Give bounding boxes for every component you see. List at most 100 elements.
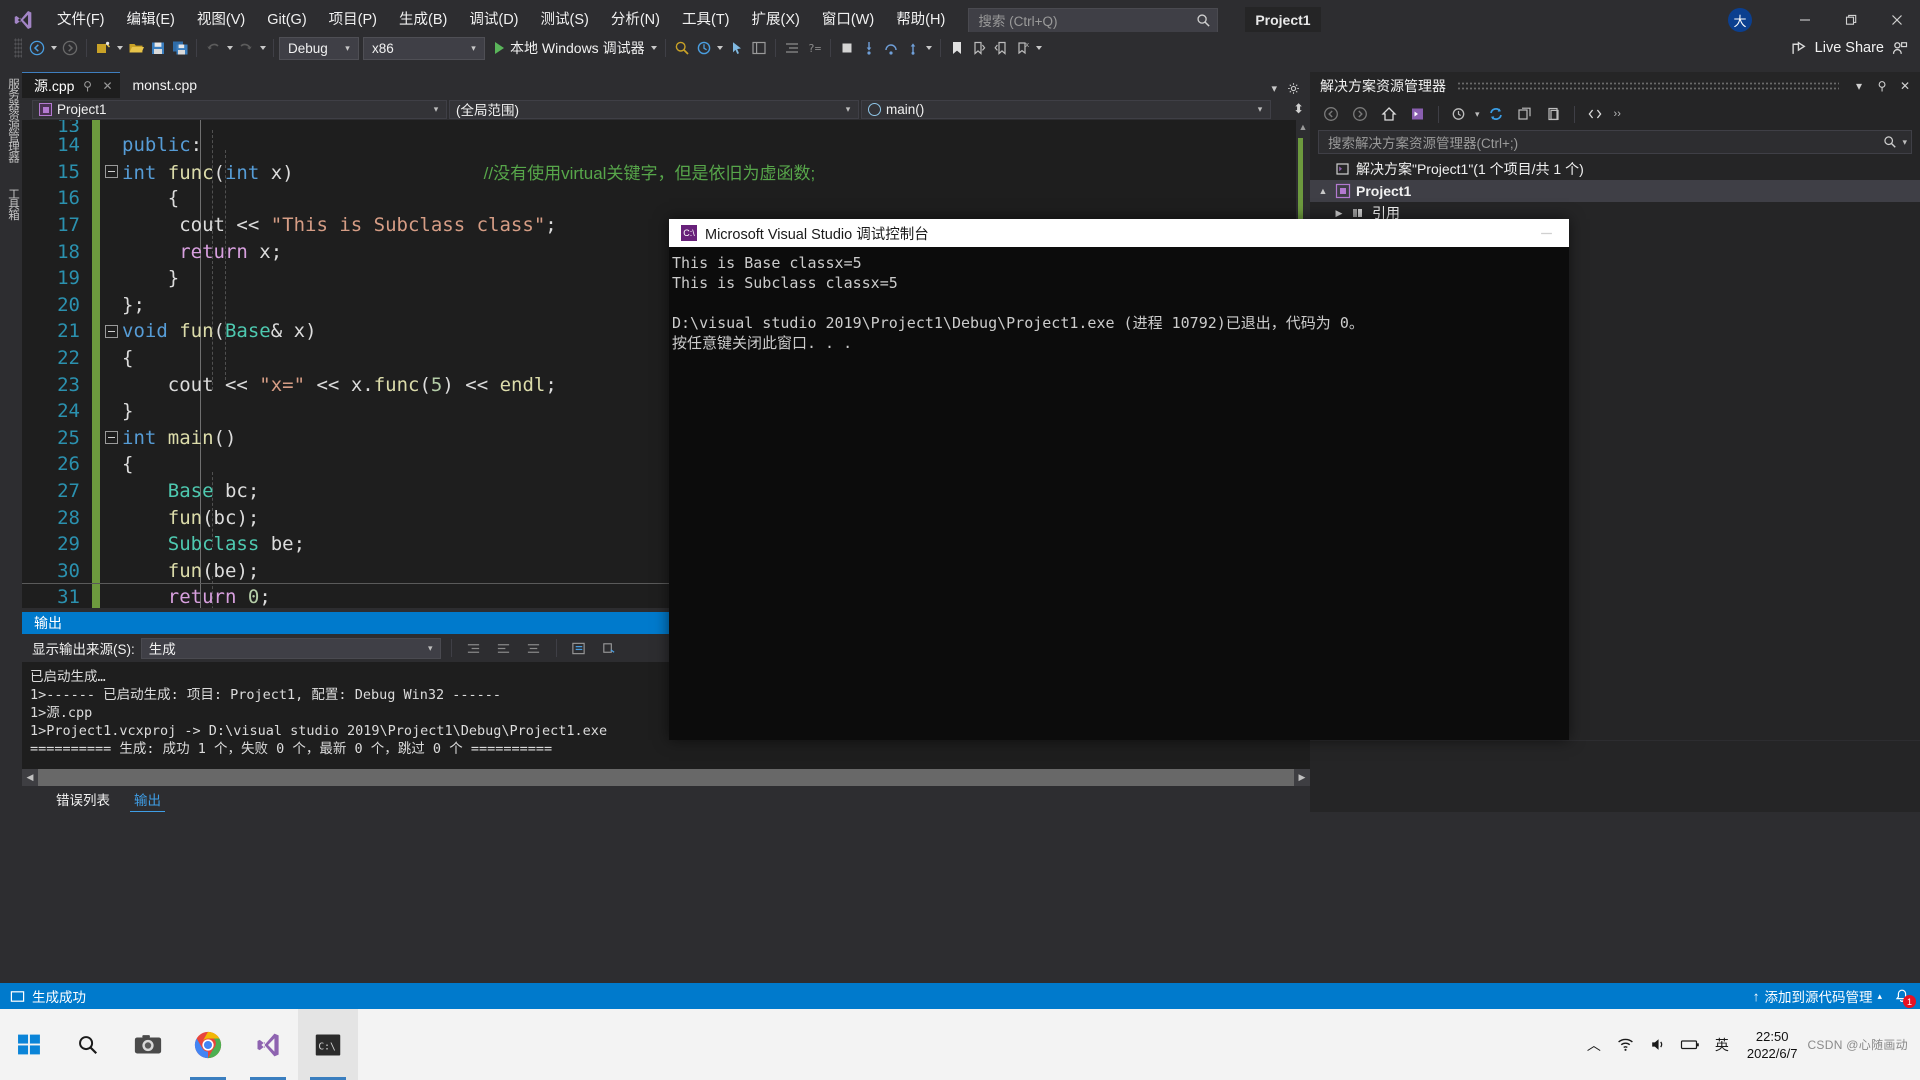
global-search-input[interactable]: 搜索 (Ctrl+Q) [968,7,1219,33]
back-arrow-button[interactable] [1318,102,1344,126]
fold-toggle[interactable] [100,324,122,338]
live-share-area[interactable]: Live Share [1791,40,1920,57]
tab-error-list[interactable]: 错误列表 [52,787,114,811]
taskbar-search-button[interactable] [58,1009,118,1080]
clear-bookmarks-button[interactable]: x [1012,36,1034,60]
sync-views-button[interactable] [1405,102,1431,126]
chevron-down-icon[interactable]: ▾ [1850,76,1868,96]
next-bookmark-button[interactable] [968,36,990,60]
show-all-files-button[interactable] [1582,102,1608,126]
open-file-button[interactable] [125,36,147,60]
layout-button[interactable] [748,36,770,60]
refresh-button[interactable] [1483,102,1509,126]
new-project-caret[interactable] [114,36,125,60]
pending-changes-button[interactable] [1446,102,1472,126]
output-horizontal-scrollbar[interactable]: ◀ ▶ [22,769,1310,786]
notifications-button[interactable]: 1 [1892,986,1916,1008]
step-over-button[interactable] [880,36,902,60]
chevron-up-icon[interactable]: ︿ [1579,1009,1609,1080]
overflow-icon[interactable]: ›› [1614,108,1621,120]
document-tab-monst-cpp[interactable]: monst.cpp [120,72,204,98]
chevron-down-icon[interactable]: ▾ [1271,82,1277,95]
undo-caret[interactable] [224,36,235,60]
expander-icon[interactable]: ▲ [1316,186,1330,196]
select-all-button[interactable] [567,637,591,659]
code-line[interactable]: 13 [22,120,1310,132]
save-button[interactable] [147,36,169,60]
scroll-up-arrow-icon[interactable]: ▲ [1296,120,1310,134]
indent-button[interactable] [781,36,803,60]
chevron-down-icon[interactable]: ▾ [1475,109,1480,120]
new-project-button[interactable] [92,36,114,60]
navbar-scope-select[interactable]: (全局范围) ▾ [449,99,859,119]
redo-button[interactable] [235,36,257,60]
select-element-button[interactable] [726,36,748,60]
document-tab-source-cpp[interactable]: 源.cpp ⚲ ✕ [22,72,121,98]
list-outdent-button[interactable] [492,637,516,659]
split-view-icon[interactable]: ⬍ [1293,101,1310,117]
step-caret[interactable] [924,36,935,60]
step-into-button[interactable] [858,36,880,60]
collapse-all-button[interactable] [1512,102,1538,126]
collapse-minus-icon[interactable] [104,324,118,338]
output-source-select[interactable]: 生成 ▾ [140,637,441,659]
taskbar-item-console[interactable]: C:\ [298,1009,358,1080]
navigate-back-button[interactable] [26,36,48,60]
attach-process-button[interactable] [671,36,693,60]
close-icon[interactable]: ✕ [100,79,114,93]
forward-arrow-button[interactable] [1347,102,1373,126]
console-minimize-button[interactable] [1523,219,1569,247]
collapse-minus-icon[interactable] [104,165,118,179]
undo-button[interactable] [202,36,224,60]
start-debugging-caret[interactable] [649,36,660,60]
toolbar-grip[interactable] [14,38,22,58]
navigate-forward-button[interactable] [59,36,81,60]
taskbar-item-visual-studio[interactable] [238,1009,298,1080]
fold-toggle[interactable] [100,431,122,445]
windows-start-button[interactable] [0,1009,58,1080]
scroll-left-arrow-icon[interactable]: ◀ [22,772,38,783]
pin-icon[interactable]: ⚲ [80,79,94,93]
comment-button[interactable]: ?= [803,36,825,60]
taskbar-item-chrome[interactable] [178,1009,238,1080]
close-icon[interactable]: ✕ [1896,76,1914,96]
solution-explorer-search-input[interactable]: 搜索解决方案资源管理器(Ctrl+;) ▾ [1318,130,1912,154]
build-platform-select[interactable]: x86 ▾ [363,36,485,60]
code-line[interactable]: 16 { [22,185,1310,212]
taskbar-clock[interactable]: 22:50 2022/6/7 [1739,1028,1806,1062]
home-button[interactable] [1376,102,1402,126]
collapse-minus-icon[interactable] [104,431,118,445]
hot-reload-button[interactable] [693,36,715,60]
debug-console-window[interactable]: C:\ Microsoft Visual Studio 调试控制台 This i… [669,219,1569,740]
gear-icon[interactable] [1287,82,1300,95]
code-line[interactable]: 14 public: [22,132,1310,159]
expander-icon[interactable]: ▶ [1332,208,1346,219]
clear-output-button[interactable] [597,637,621,659]
list-align-button[interactable] [522,637,546,659]
ime-language-indicator[interactable]: 英 [1707,1009,1737,1080]
panel-drag-dots[interactable] [1457,81,1839,91]
step-out-button[interactable] [902,36,924,60]
fold-toggle[interactable] [100,165,122,179]
build-configuration-select[interactable]: Debug ▾ [279,36,359,60]
speaker-icon[interactable] [1643,1009,1673,1080]
code-line[interactable]: 15 int func(int x)//没有使用virtual关键字，但是依旧为虚… [22,158,1310,186]
wifi-icon[interactable] [1611,1009,1641,1080]
scroll-right-arrow-icon[interactable]: ▶ [1294,772,1310,783]
navbar-member-select[interactable]: main() ▾ [861,99,1271,119]
navbar-project-select[interactable]: Project1 ▾ [32,99,447,119]
bookmark-button[interactable] [946,36,968,60]
ime-indicator-badge[interactable]: 大 [1728,8,1752,32]
properties-button[interactable] [1541,102,1567,126]
solution-tree-item[interactable]: ▲ Project1 [1310,180,1920,202]
add-to-source-control-button[interactable]: ↑ 添加到源代码管理 ▴ [1753,986,1882,1006]
battery-icon[interactable] [1675,1009,1705,1080]
list-indent-button[interactable] [462,637,486,659]
stop-debugging-button[interactable] [836,36,858,60]
pin-icon[interactable]: ⚲ [1873,76,1891,96]
taskbar-item-camera[interactable] [118,1009,178,1080]
chevron-down-icon[interactable]: ▾ [1902,137,1907,148]
prev-bookmark-button[interactable] [990,36,1012,60]
tab-output[interactable]: 输出 [130,787,165,812]
save-all-button[interactable] [169,36,191,60]
